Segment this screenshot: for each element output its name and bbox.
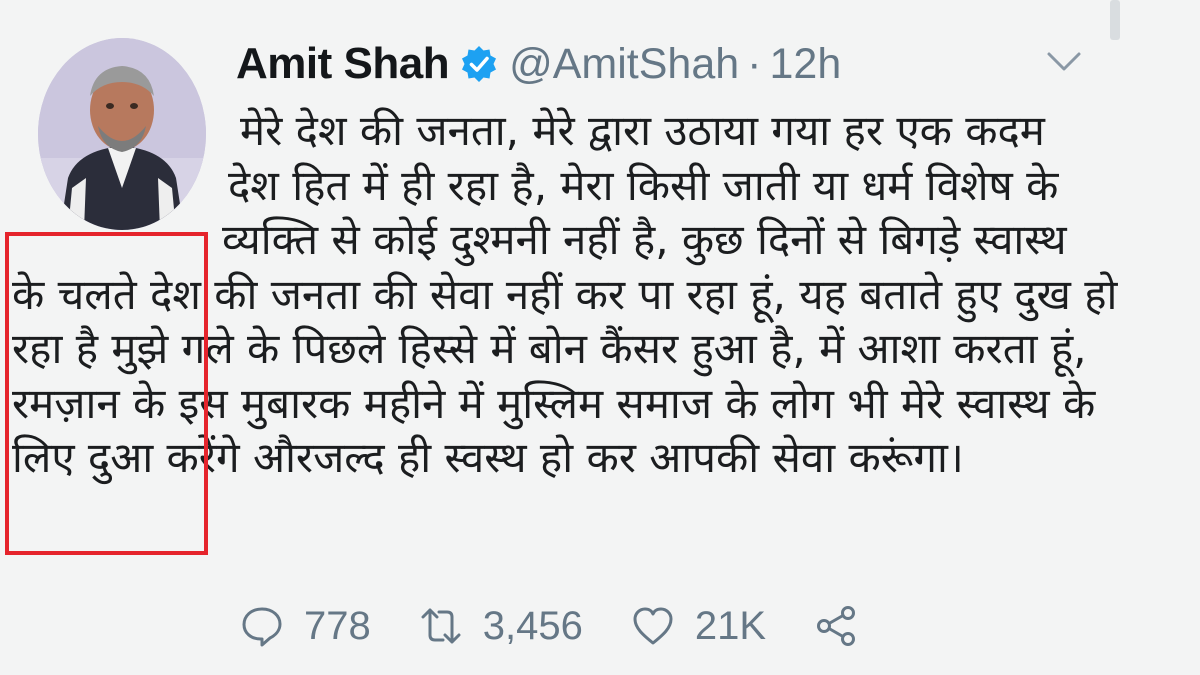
reply-count: 778 <box>304 603 371 648</box>
reply-button[interactable]: 778 <box>240 604 371 649</box>
like-button[interactable]: 21K <box>631 604 766 649</box>
display-name[interactable]: Amit Shah <box>236 39 450 89</box>
tweet-card: Amit Shah @AmitShah · 12h मेरे देश की जन… <box>0 0 1200 675</box>
tweet-timestamp[interactable]: 12h <box>769 40 841 89</box>
reply-icon <box>242 607 282 647</box>
tweet-actions: 778 3,456 21K <box>240 596 906 656</box>
share-icon <box>817 606 856 646</box>
tweet-text-line: मेरे देश की जनता, मेरे द्वारा उठाया गया … <box>240 106 1045 155</box>
user-handle[interactable]: @AmitShah <box>509 40 739 89</box>
like-count: 21K <box>694 603 767 648</box>
verified-badge-icon <box>459 44 499 84</box>
tweet-header: Amit Shah @AmitShah · 12h <box>236 34 841 94</box>
heart-icon <box>633 607 673 645</box>
scrollbar-thumb[interactable] <box>1110 0 1120 40</box>
chevron-down-icon[interactable] <box>1046 50 1082 74</box>
share-button[interactable] <box>814 604 858 648</box>
retweet-count: 3,456 <box>482 603 583 648</box>
tweet-text-line: देश हित में ही रहा है, मेरा किसी जाती या… <box>228 160 1059 210</box>
separator-dot: · <box>747 39 762 88</box>
red-highlight-box <box>5 232 208 555</box>
retweet-button[interactable]: 3,456 <box>419 604 583 649</box>
retweet-icon <box>421 608 461 644</box>
